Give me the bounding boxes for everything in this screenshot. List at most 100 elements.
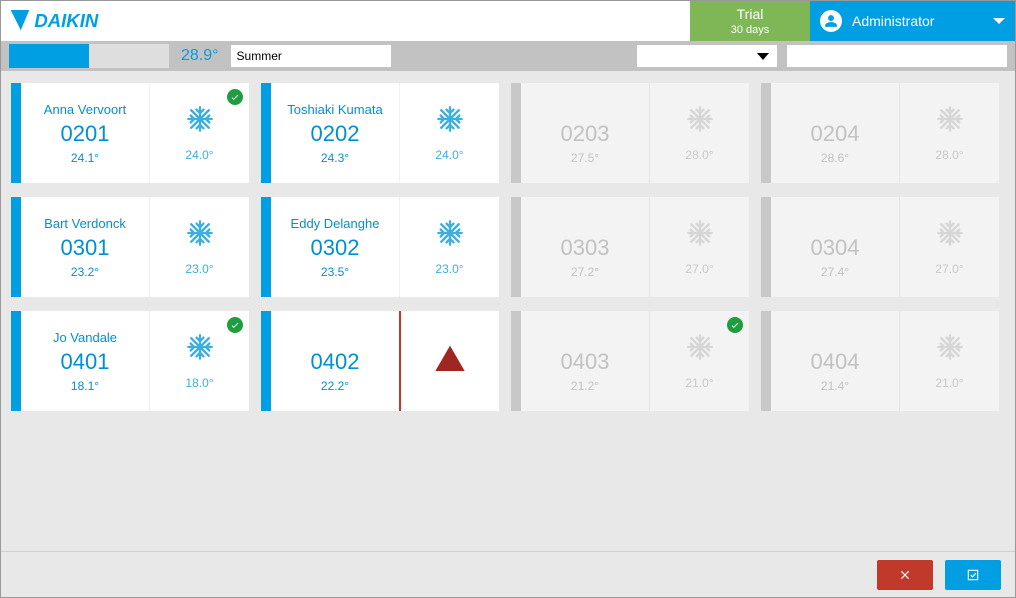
room-temp: 23.2° [71,265,99,279]
room-number: 0204 [811,121,860,147]
room-card[interactable]: 0303 27.2° 27.0° [511,197,749,297]
room-info: Bart Verdonck030123.2° [21,197,149,297]
room-info: 040421.4° [771,311,899,411]
status-stripe [511,197,521,297]
room-number: 0401 [61,349,110,375]
room-mode: 23.0° [399,197,499,297]
room-info: 0204 28.6° [771,83,899,183]
status-stripe [511,83,521,183]
room-number: 0202 [311,121,360,147]
guest-name: Bart Verdonck [44,216,126,231]
room-temp: 24.1° [71,151,99,165]
room-temp: 28.6° [821,151,849,165]
status-stripe [11,311,21,411]
room-number: 0203 [561,121,610,147]
status-stripe [511,311,521,411]
room-card[interactable]: 040421.4°21.0° [761,311,999,411]
setpoint-temp: 28.0° [935,148,963,162]
status-stripe [761,311,771,411]
room-card[interactable]: Anna Vervoort020124.1°24.0° [11,83,249,183]
user-name: Administrator [852,13,934,29]
room-info: 0303 27.2° [521,197,649,297]
snowflake-icon [686,333,714,368]
snowflake-icon [186,333,214,368]
confirm-button[interactable] [945,560,1001,590]
room-number: 0201 [61,121,110,147]
room-info: Eddy Delanghe030223.5° [271,197,399,297]
status-stripe [11,197,21,297]
room-card[interactable]: 040321.2° 21.0° [511,311,749,411]
season-input[interactable] [231,45,391,67]
room-card[interactable]: Jo Vandale 0401 18.1° 18.0° [11,311,249,411]
room-mode: 23.0° [149,197,249,297]
setpoint-temp: 21.0° [685,376,713,390]
trial-days: 30 days [731,24,770,36]
room-card[interactable]: Eddy Delanghe030223.5°23.0° [261,197,499,297]
room-mode: 18.0° [149,311,249,411]
room-card[interactable]: 0204 28.6° 28.0° [761,83,999,183]
setpoint-temp: 24.0° [435,148,463,162]
room-card[interactable]: Toshiaki Kumata020224.3°24.0° [261,83,499,183]
room-temp: 18.1° [71,379,99,393]
room-temp: 27.4° [821,265,849,279]
room-card[interactable]: 020327.5°28.0° [511,83,749,183]
cancel-button[interactable] [877,560,933,590]
footer-bar [1,551,1015,597]
room-card[interactable]: Bart Verdonck030123.2° 23.0° [11,197,249,297]
search-input[interactable] [787,45,1007,67]
header-bar: DAIKIN Trial 30 days Administrator [1,1,1015,41]
view-toggle-inactive[interactable] [89,44,169,68]
view-toggle[interactable] [9,44,169,68]
room-card[interactable]: 040222.2° [261,311,499,411]
room-mode: 21.0° [899,311,999,411]
room-temp: 23.5° [321,265,349,279]
room-temp: 22.2° [321,379,349,393]
check-icon [727,317,743,333]
room-mode: 28.0° [649,83,749,183]
filter-dropdown[interactable] [637,45,777,67]
rooms-grid: Anna Vervoort020124.1°24.0°Toshiaki Kuma… [1,71,1015,551]
room-mode [399,311,499,411]
snowflake-icon [936,333,964,368]
brand-logo: DAIKIN [1,1,161,41]
room-mode: 24.0° [399,83,499,183]
room-mode: 27.0° [649,197,749,297]
user-icon [820,10,842,32]
room-temp: 24.3° [321,151,349,165]
room-number: 0302 [311,235,360,261]
status-stripe [261,311,271,411]
status-stripe [761,197,771,297]
snowflake-icon [936,105,964,140]
view-toggle-active[interactable] [9,44,89,68]
snowflake-icon [436,105,464,140]
status-stripe [261,197,271,297]
setpoint-temp: 27.0° [685,262,713,276]
room-number: 0404 [811,349,860,375]
room-card[interactable]: 030427.4° 27.0° [761,197,999,297]
status-stripe [261,83,271,183]
setpoint-temp: 27.0° [935,262,963,276]
room-temp: 27.2° [571,265,599,279]
chevron-down-icon [993,18,1005,24]
room-info: Toshiaki Kumata020224.3° [271,83,399,183]
outdoor-temp: 28.9° [169,47,227,65]
room-number: 0303 [561,235,610,261]
room-mode: 21.0° [649,311,749,411]
setpoint-temp: 23.0° [185,262,213,276]
check-icon [227,317,243,333]
guest-name: Jo Vandale [53,330,117,345]
svg-text:DAIKIN: DAIKIN [34,10,99,31]
status-stripe [11,83,21,183]
setpoint-temp: 23.0° [435,262,463,276]
user-menu[interactable]: Administrator [810,1,1015,41]
setpoint-temp: 28.0° [685,148,713,162]
trial-label: Trial [737,6,764,22]
trial-badge: Trial 30 days [690,1,810,41]
close-icon [898,568,912,582]
check-icon [227,89,243,105]
room-info: 030427.4° [771,197,899,297]
snowflake-icon [936,219,964,254]
room-info: 040222.2° [271,311,399,411]
guest-name: Anna Vervoort [44,102,126,117]
room-info: 040321.2° [521,311,649,411]
